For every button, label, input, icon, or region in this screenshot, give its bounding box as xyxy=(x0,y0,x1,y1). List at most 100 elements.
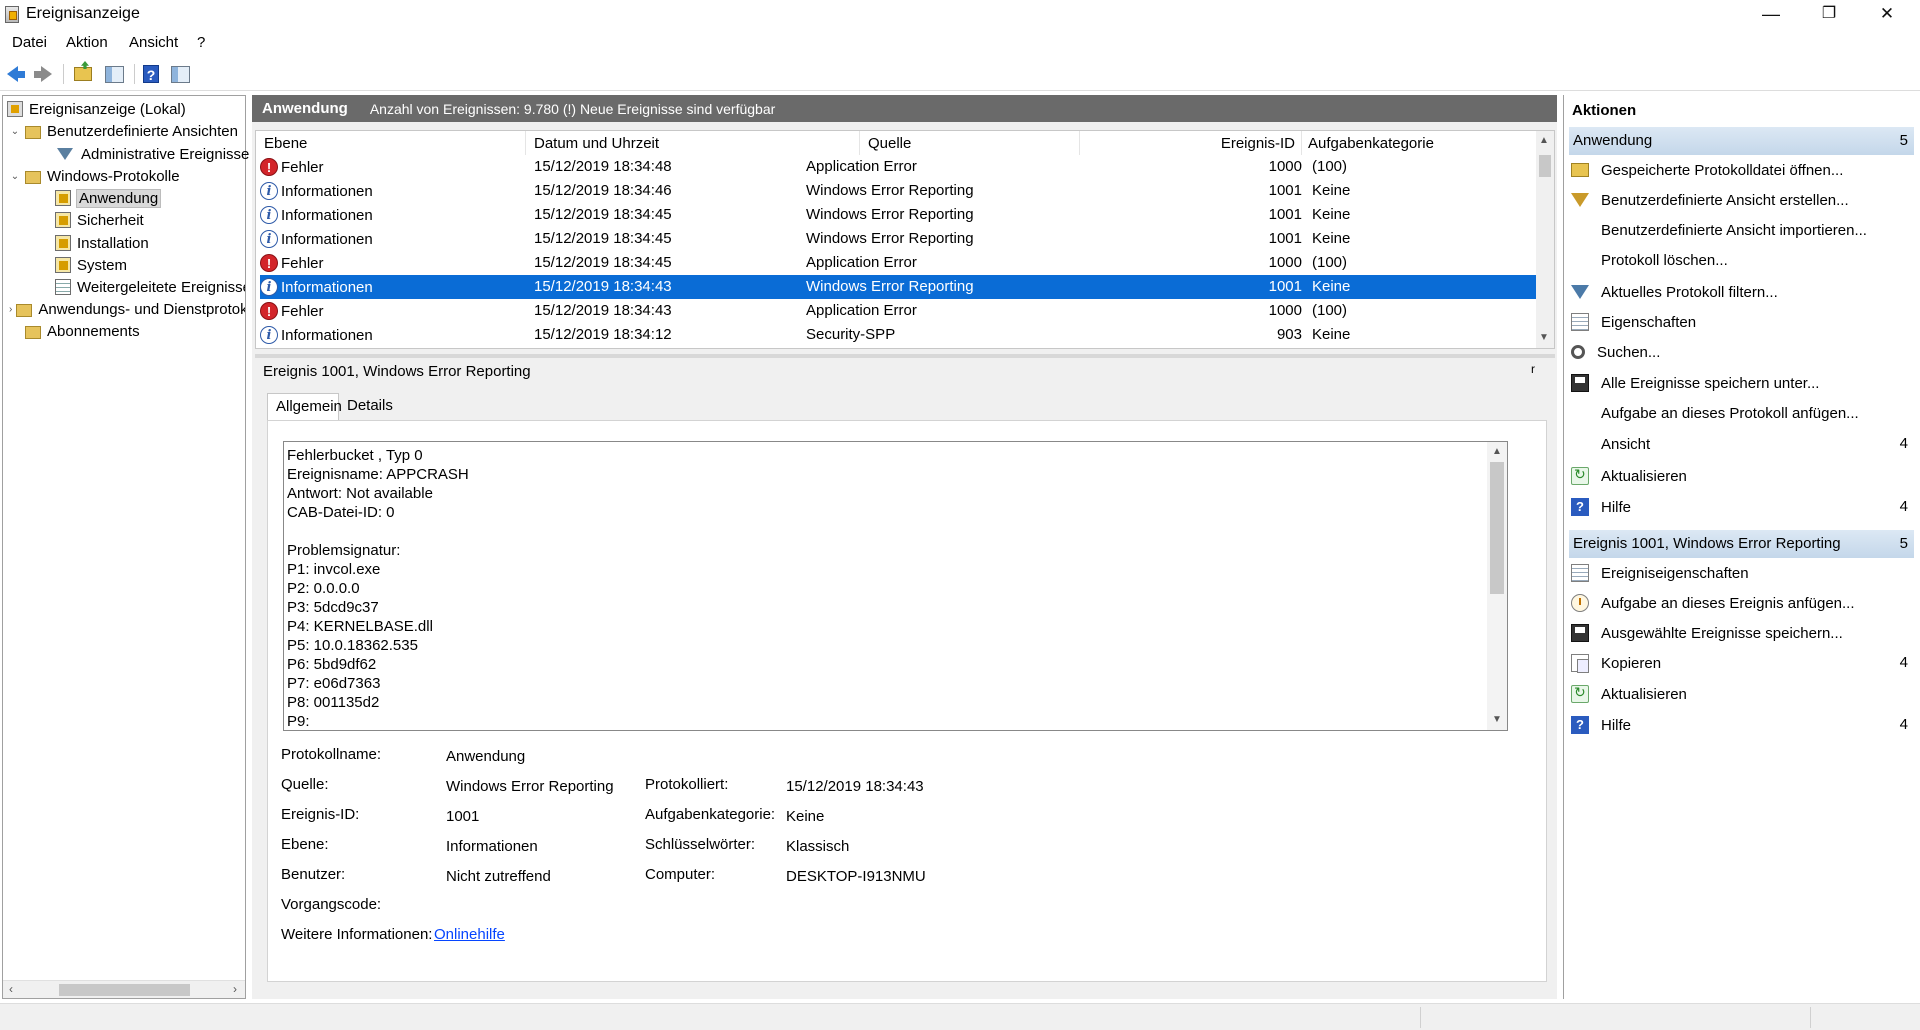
forward-arrow-icon xyxy=(41,66,52,82)
action-item[interactable]: Benutzerdefinierte Ansicht importieren..… xyxy=(1569,217,1914,243)
chevron-down-icon[interactable]: ⌄ xyxy=(9,171,21,182)
scrollbar-thumb[interactable] xyxy=(1490,462,1504,594)
tree-item-admin-events[interactable]: Administrative Ereignisse xyxy=(57,143,249,165)
action-item[interactable]: Suchen... xyxy=(1569,339,1914,365)
table-row[interactable]: ! Fehler 15/12/2019 18:34:45 Application Er… xyxy=(260,251,1536,275)
blank-icon xyxy=(1571,251,1589,269)
tree-item-subscriptions[interactable]: Abonnements xyxy=(25,320,140,342)
minimize-button[interactable]: — xyxy=(1742,0,1800,30)
help-button[interactable]: ? xyxy=(139,62,163,86)
detail-close-icon[interactable]: r xyxy=(1531,362,1535,376)
action-item[interactable]: Aktualisieren xyxy=(1569,681,1914,707)
folder-icon xyxy=(25,170,41,184)
menu-help[interactable]: ? xyxy=(197,34,205,51)
column-header-date[interactable]: Datum und Uhrzeit xyxy=(526,131,860,155)
tree-item-system[interactable]: System xyxy=(55,254,127,276)
cell-date: 15/12/2019 18:34:46 xyxy=(534,182,672,199)
show-hide-tree-button[interactable] xyxy=(102,62,126,86)
table-row[interactable]: i Informationen 15/12/2019 18:34:45 Windows… xyxy=(260,227,1536,251)
tree-item-application[interactable]: Anwendung xyxy=(55,187,162,209)
tree-item-label: Sicherheit xyxy=(77,211,144,229)
tree-item-security[interactable]: Sicherheit xyxy=(55,209,144,231)
menu-aktion[interactable]: Aktion xyxy=(66,34,108,51)
action-label: Alle Ereignisse speichern unter... xyxy=(1601,374,1820,392)
table-row[interactable]: i Informationen 15/12/2019 18:34:46 Windows… xyxy=(260,179,1536,203)
cell-date: 15/12/2019 18:34:48 xyxy=(534,158,672,175)
cell-date: 15/12/2019 18:34:43 xyxy=(534,302,672,319)
action-item[interactable]: Ausgewählte Ereignisse speichern... xyxy=(1569,620,1914,646)
cell-level: ! Fehler xyxy=(260,302,324,320)
column-header-task-category[interactable]: Aufgabenkategorie xyxy=(1302,131,1534,155)
up-folder-button[interactable] xyxy=(71,62,95,86)
tree-root[interactable]: Ereignisanzeige (Lokal) xyxy=(7,98,186,120)
scrollbar-thumb[interactable] xyxy=(1539,155,1551,177)
action-item[interactable]: Benutzerdefinierte Ansicht erstellen... xyxy=(1569,187,1914,213)
online-help-link[interactable]: Onlinehilfe xyxy=(434,926,505,943)
actions-section-application[interactable]: Anwendung 5 xyxy=(1569,127,1914,155)
cell-task-category: (100) xyxy=(1312,158,1348,175)
event-description-box[interactable]: Fehlerbucket , Typ 0 Ereignisname: APPCR… xyxy=(283,441,1508,731)
table-row[interactable]: i Informationen 15/12/2019 18:34:45 Windows… xyxy=(260,203,1536,227)
back-button[interactable] xyxy=(4,62,28,86)
tree-item-forwarded-events[interactable]: Weitergeleitete Ereignisse xyxy=(55,276,245,298)
action-item[interactable]: ? Hilfe 4 xyxy=(1569,712,1914,738)
scroll-up-icon[interactable]: ▲ xyxy=(1539,135,1549,146)
menu-ansicht[interactable]: Ansicht xyxy=(129,34,178,51)
column-header-event-id[interactable]: Ereignis-ID xyxy=(1080,131,1302,155)
chevron-down-icon[interactable]: ⌄ xyxy=(9,126,21,137)
folder-icon xyxy=(25,125,41,139)
information-icon: i xyxy=(260,326,278,344)
field-value-task-category: Keine xyxy=(786,808,825,825)
action-item[interactable]: ? Hilfe 4 xyxy=(1569,494,1914,520)
table-row[interactable]: i Informationen 15/12/2019 18:34:12 Securit… xyxy=(260,323,1536,347)
column-header-level[interactable]: Ebene xyxy=(256,131,526,155)
tree-item-label: Installation xyxy=(77,234,149,252)
scrollbar-thumb[interactable] xyxy=(59,984,190,996)
action-item[interactable]: Kopieren 4 xyxy=(1569,650,1914,676)
scroll-left-icon[interactable]: ‹ xyxy=(9,982,13,996)
close-window-button[interactable]: ✕ xyxy=(1858,0,1916,30)
collapse-arrow-icon[interactable]: 5 xyxy=(1900,535,1908,552)
table-row[interactable]: ! Fehler 15/12/2019 18:34:43 Application Er… xyxy=(260,299,1536,323)
actions-section-event[interactable]: Ereignis 1001, Windows Error Reporting 5 xyxy=(1569,530,1914,558)
action-item[interactable]: Alle Ereignisse speichern unter... xyxy=(1569,370,1914,396)
log-icon xyxy=(55,235,71,251)
action-item[interactable]: Ansicht 4 xyxy=(1569,431,1914,457)
tab-details[interactable]: Details xyxy=(339,393,401,421)
events-vertical-scrollbar[interactable]: ▲ ▼ xyxy=(1536,131,1554,348)
tree-item-setup[interactable]: Installation xyxy=(55,232,149,254)
action-item[interactable]: Aktuelles Protokoll filtern... xyxy=(1569,279,1914,305)
cell-event-id: 1001 xyxy=(1268,182,1302,199)
actions-section-title: Anwendung xyxy=(1573,132,1653,149)
submenu-arrow-icon: 4 xyxy=(1899,654,1908,671)
collapse-arrow-icon[interactable]: 5 xyxy=(1900,132,1908,149)
action-item[interactable]: Protokoll löschen... xyxy=(1569,247,1914,273)
scroll-right-icon[interactable]: › xyxy=(233,982,237,996)
maximize-button[interactable]: ❐ xyxy=(1800,0,1858,30)
action-item[interactable]: Gespeicherte Protokolldatei öffnen... xyxy=(1569,157,1914,183)
cell-source: Application Error xyxy=(806,158,917,175)
forward-button[interactable] xyxy=(31,62,55,86)
tab-general[interactable]: Allgemein xyxy=(267,393,342,421)
action-item[interactable]: Ereigniseigenschaften xyxy=(1569,560,1914,586)
description-scrollbar[interactable]: ▲ ▼ xyxy=(1487,442,1507,730)
action-item[interactable]: Aufgabe an dieses Ereignis anfügen... xyxy=(1569,590,1914,616)
scroll-up-icon[interactable]: ▲ xyxy=(1492,446,1502,457)
table-row[interactable]: i Informationen 15/12/2019 18:34:43 Windows… xyxy=(260,275,1536,299)
menu-datei[interactable]: Datei xyxy=(12,34,47,51)
tree-item-app-services-logs[interactable]: › Anwendungs- und Dienstprotokolle xyxy=(9,298,245,320)
tree-item-custom-views[interactable]: ⌄ Benutzerdefinierte Ansichten xyxy=(9,120,238,142)
action-item[interactable]: Aktualisieren xyxy=(1569,463,1914,489)
column-header-source[interactable]: Quelle xyxy=(860,131,1080,155)
information-icon: i xyxy=(260,278,278,296)
scroll-down-icon[interactable]: ▼ xyxy=(1539,332,1549,343)
scroll-down-icon[interactable]: ▼ xyxy=(1492,714,1502,725)
action-item[interactable]: Aufgabe an dieses Protokoll anfügen... xyxy=(1569,400,1914,426)
chevron-right-icon[interactable]: › xyxy=(9,304,12,315)
tree-item-windows-logs[interactable]: ⌄ Windows-Protokolle xyxy=(9,165,180,187)
table-row[interactable]: ! Fehler 15/12/2019 18:34:48 Application Er… xyxy=(260,155,1536,179)
action-label: Ereigniseigenschaften xyxy=(1601,564,1749,582)
tree-horizontal-scrollbar[interactable]: ‹ › xyxy=(3,980,245,998)
show-hide-action-pane-button[interactable] xyxy=(168,62,192,86)
action-item[interactable]: Eigenschaften xyxy=(1569,309,1914,335)
